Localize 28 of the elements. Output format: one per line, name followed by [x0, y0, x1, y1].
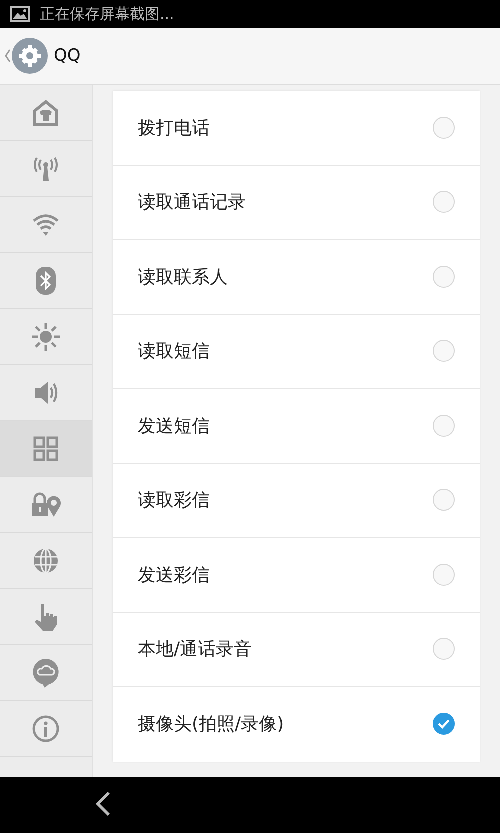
pointing-hand-icon: [33, 602, 59, 632]
lock-pin-icon: [30, 490, 62, 518]
bluetooth-icon: [35, 266, 57, 296]
back-chevron-icon: [5, 49, 11, 63]
permission-label: 读取彩信: [138, 489, 210, 512]
permission-label: 读取通话记录: [138, 191, 246, 214]
image-icon: [10, 6, 30, 22]
back-chevron-icon: [94, 790, 112, 816]
permission-label: 本地/通话录音: [138, 638, 252, 662]
antenna-icon: [32, 154, 60, 182]
globe-icon: [32, 546, 60, 574]
permission-label: 读取短信: [138, 340, 210, 364]
permission-label: 发送彩信: [138, 564, 210, 587]
sidebar-tab[interactable]: [0, 421, 92, 477]
gear-icon: [12, 38, 48, 74]
checkmark-icon: [438, 719, 450, 730]
cloud-bubble-icon: [32, 658, 60, 688]
house-icon: [32, 98, 60, 126]
info-icon: [32, 714, 60, 742]
sun-icon: [31, 322, 61, 352]
grid-icon: [33, 436, 59, 462]
notification-text: 正在保存屏幕截图...: [40, 4, 174, 24]
permission-label: 拨打电话: [138, 116, 210, 140]
permission-label: 发送短信: [138, 414, 210, 438]
permission-checkbox[interactable]: [433, 713, 455, 736]
permission-label: 摄像头(拍照/录像): [138, 713, 284, 736]
app-title: QQ: [54, 46, 81, 66]
permission-label: 读取联系人: [138, 266, 228, 289]
